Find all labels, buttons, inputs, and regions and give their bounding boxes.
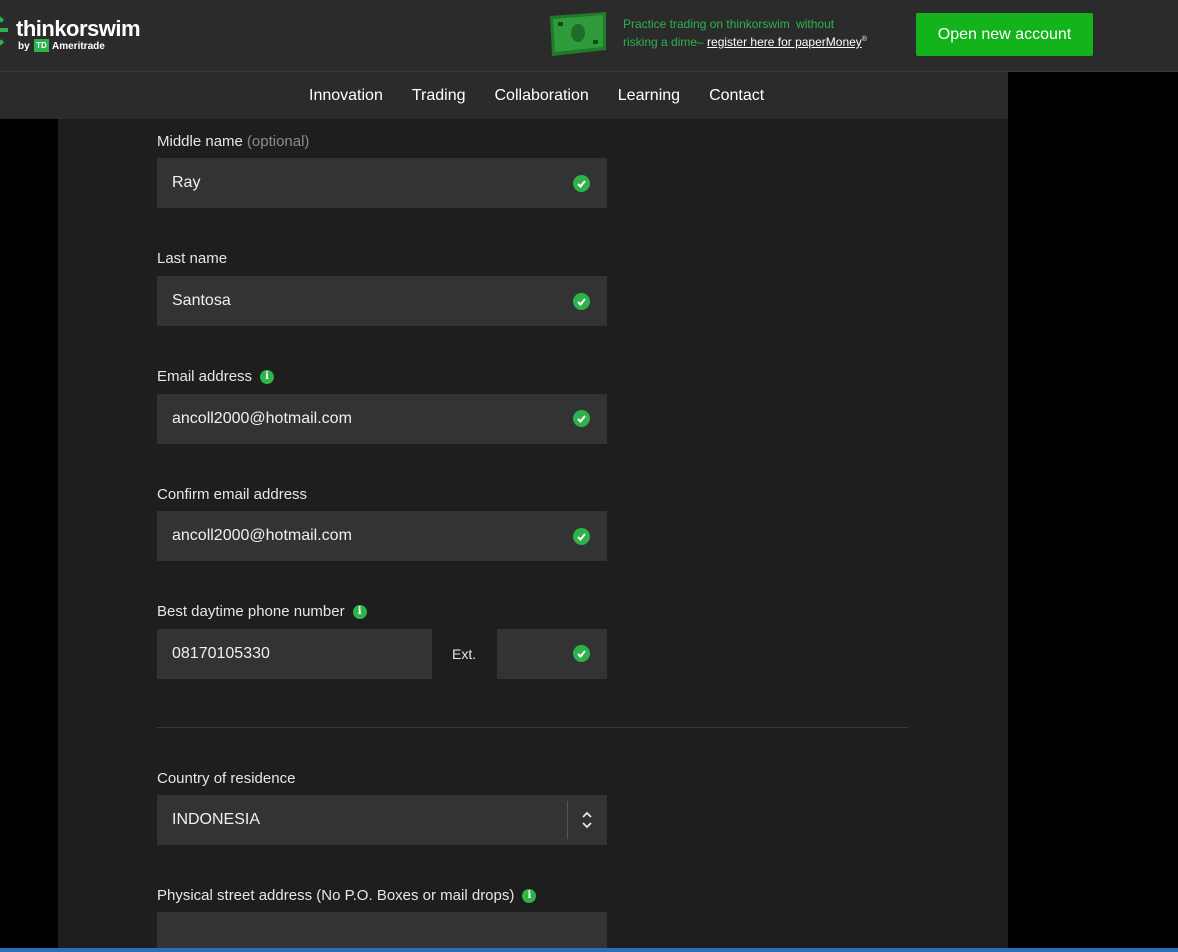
info-icon[interactable]: i xyxy=(260,370,275,384)
promo-line2b: risking a dime– xyxy=(623,35,704,49)
phone-input[interactable]: 08170105330 xyxy=(157,629,432,679)
country-label-text: Country of residence xyxy=(157,770,296,787)
td-badge: TD xyxy=(34,39,49,52)
main-nav: Innovation Trading Collaboration Learnin… xyxy=(0,72,1008,119)
thinkorswim-logo[interactable]: thinkorswim by TD Ameritrade xyxy=(0,10,141,60)
top-header: thinkorswim by TD Ameritrade Practice tr… xyxy=(0,0,1178,72)
phone-label: Best daytime phone number i xyxy=(157,602,367,622)
open-new-account-button[interactable]: Open new account xyxy=(916,13,1093,56)
logo-mark-icon xyxy=(0,14,8,49)
section-divider xyxy=(157,727,908,728)
ext-input[interactable] xyxy=(497,629,607,679)
middle-name-value: Ray xyxy=(172,174,201,191)
phone-value: 08170105330 xyxy=(172,645,270,662)
nav-item-collaboration[interactable]: Collaboration xyxy=(495,87,589,105)
nav-item-contact[interactable]: Contact xyxy=(709,87,764,105)
email-label: Email address i xyxy=(157,367,275,387)
street-address-input[interactable] xyxy=(157,912,607,952)
check-icon xyxy=(573,175,590,192)
window-bottom-edge xyxy=(0,948,1178,952)
email-value: ancoll2000@hotmail.com xyxy=(172,410,352,427)
street-address-label-text: Physical street address (No P.O. Boxes o… xyxy=(157,887,515,904)
promo-line1: Practice trading on thinkorswim xyxy=(623,17,790,31)
ext-label: Ext. xyxy=(452,646,477,662)
confirm-email-label-text: Confirm email address xyxy=(157,486,308,503)
middle-name-input[interactable]: Ray xyxy=(157,158,607,208)
info-icon[interactable]: i xyxy=(352,605,367,619)
select-arrows-icon[interactable] xyxy=(578,810,596,830)
logo-by: by xyxy=(18,41,30,52)
country-select[interactable]: INDONESIA xyxy=(157,795,607,845)
paper-money-link[interactable]: register here for paperMoney xyxy=(707,35,862,49)
last-name-input[interactable]: Santosa xyxy=(157,276,607,326)
dollar-bill-icon xyxy=(550,12,606,56)
middle-name-label: Middle name (optional) xyxy=(157,132,309,152)
confirm-email-input[interactable]: ancoll2000@hotmail.com xyxy=(157,511,607,561)
check-icon xyxy=(573,410,590,427)
last-name-label: Last name xyxy=(157,249,227,269)
check-icon xyxy=(573,645,590,662)
optional-hint: (optional) xyxy=(246,133,310,150)
info-icon[interactable]: i xyxy=(522,889,537,903)
confirm-email-value: ancoll2000@hotmail.com xyxy=(172,527,352,544)
nav-item-trading[interactable]: Trading xyxy=(412,87,466,105)
confirm-email-label: Confirm email address xyxy=(157,485,307,505)
country-label: Country of residence xyxy=(157,769,295,789)
email-label-text: Email address xyxy=(157,368,253,385)
nav-item-learning[interactable]: Learning xyxy=(618,87,680,105)
middle-name-label-text: Middle name xyxy=(157,133,243,150)
select-divider xyxy=(567,801,568,839)
check-icon xyxy=(573,293,590,310)
last-name-value: Santosa xyxy=(172,292,231,309)
logo-company: Ameritrade xyxy=(52,41,105,52)
promo-line2a: without xyxy=(796,17,835,31)
registered-mark: ® xyxy=(861,36,867,43)
check-icon xyxy=(573,528,590,545)
street-address-label: Physical street address (No P.O. Boxes o… xyxy=(157,886,537,906)
phone-label-text: Best daytime phone number xyxy=(157,603,345,620)
email-input[interactable]: ancoll2000@hotmail.com xyxy=(157,394,607,444)
nav-item-innovation[interactable]: Innovation xyxy=(309,87,383,105)
country-value: INDONESIA xyxy=(172,811,261,828)
last-name-label-text: Last name xyxy=(157,250,228,267)
paper-money-promo: Practice trading on thinkorswim without … xyxy=(623,17,883,50)
